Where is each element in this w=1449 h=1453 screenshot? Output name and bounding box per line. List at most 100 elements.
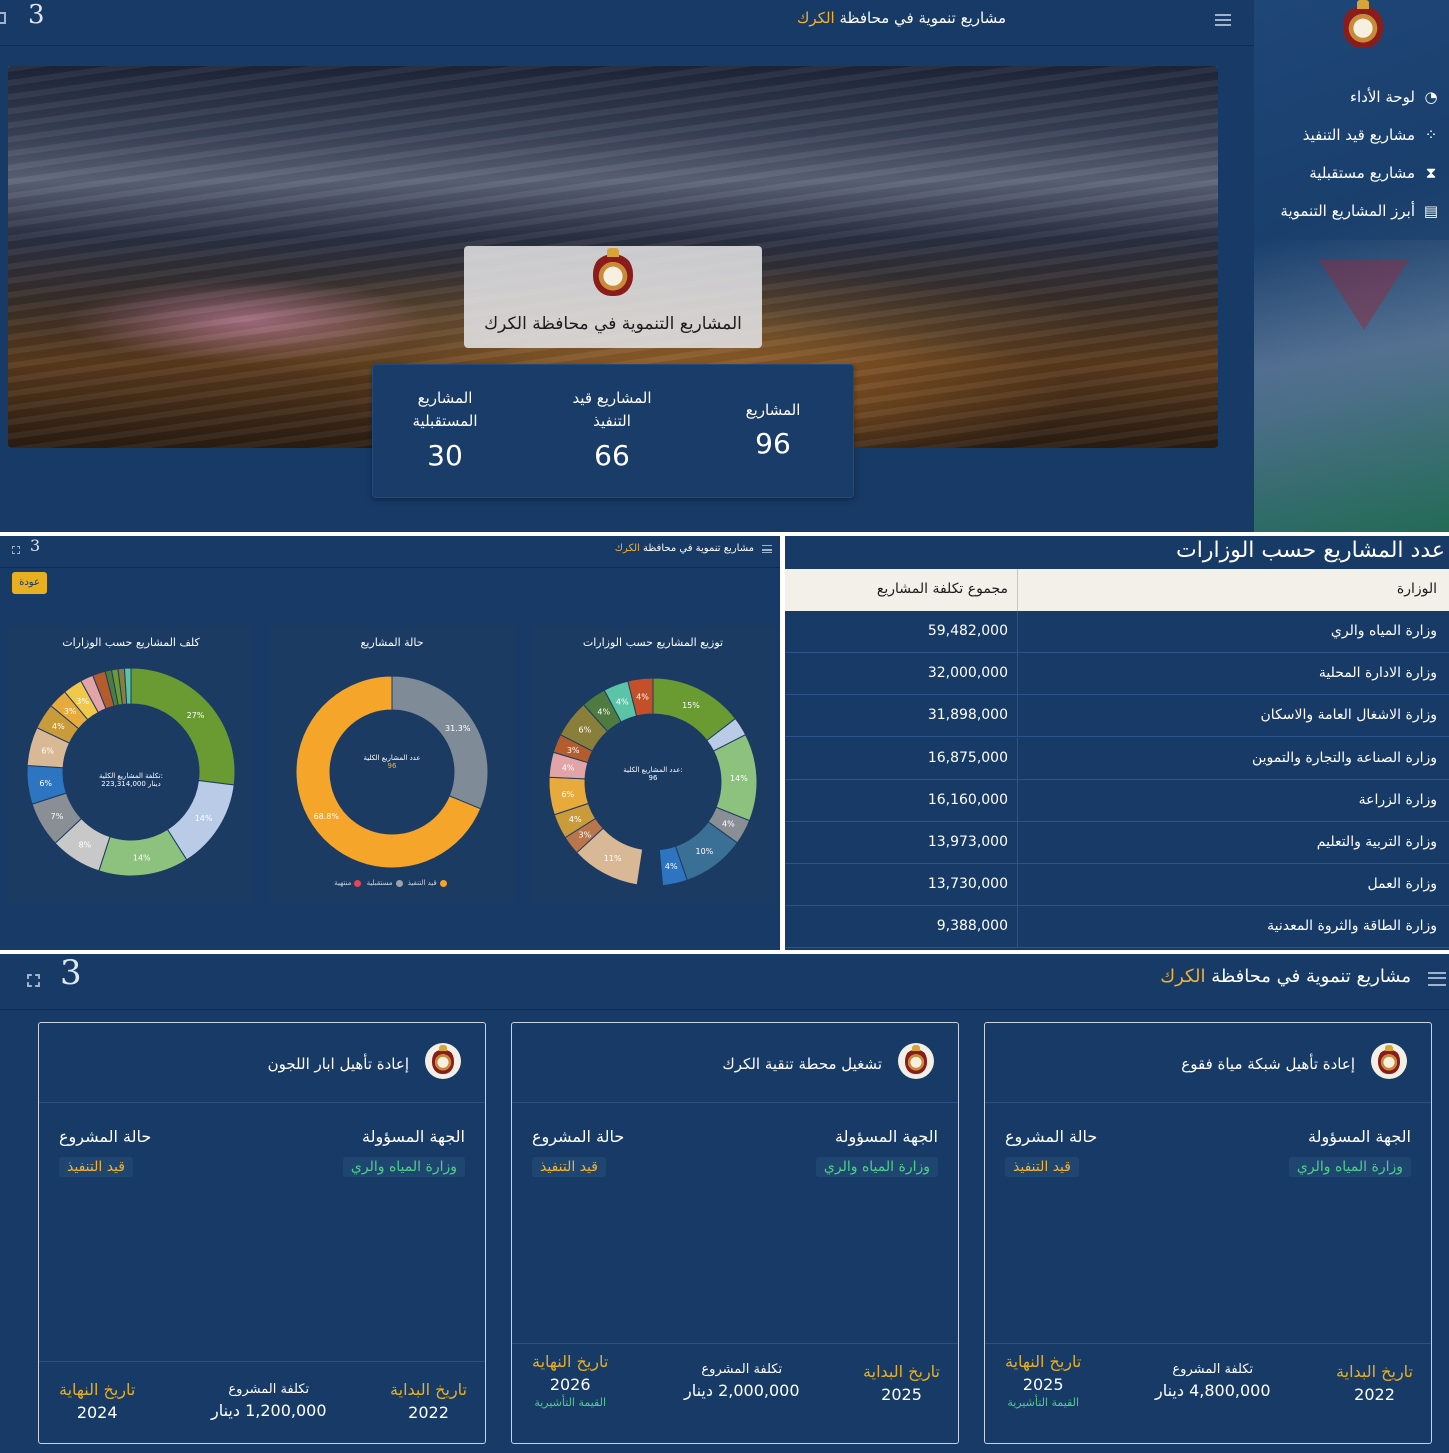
- project-card[interactable]: إعادة تأهيل شبكة مياة فقوع الجهة المسؤول…: [984, 1022, 1432, 1444]
- flag-triangle: [1319, 260, 1409, 330]
- back-button[interactable]: عودة: [12, 572, 47, 594]
- page-title: مشاريع تنموية في محافظة الكرك: [797, 9, 1006, 27]
- donut-slice[interactable]: [130, 667, 236, 786]
- charts-panel: 3 مشاريع تنموية في محافظة الكرك عودة توز…: [0, 536, 780, 950]
- cost-value: 1,200,000 دينار: [211, 1401, 327, 1420]
- start-date: تاريخ البداية 2022: [1336, 1362, 1413, 1404]
- end-date-note: القيمة التأشيرية: [1007, 1396, 1080, 1409]
- jordan-crest-logo: [432, 1045, 454, 1074]
- slice-label: 3%: [567, 746, 580, 755]
- cost-value: 4,800,000 دينار: [1155, 1381, 1271, 1400]
- project-card[interactable]: تشغيل محطة تنقية الكرك الجهة المسؤولة حا…: [511, 1022, 959, 1444]
- fullscreen-icon[interactable]: [12, 546, 20, 554]
- project-card[interactable]: إعادة تأهيل ابار اللجون الجهة المسؤولة ح…: [38, 1022, 486, 1444]
- sidebar-item-dashboard[interactable]: ◔ لوحة الأداء: [1350, 88, 1439, 106]
- ministry-name: وزارة العمل: [1367, 876, 1437, 893]
- responsible-badge: وزارة المياه والري: [1288, 1157, 1411, 1177]
- responsible-label: الجهة المسؤولة: [362, 1127, 465, 1146]
- fullscreen-icon[interactable]: [0, 12, 6, 24]
- status-label: حالة المشروع: [532, 1127, 625, 1146]
- table-row[interactable]: وزارة الصناعة والتجارة والتموين 16,875,00…: [785, 737, 1449, 780]
- project-title: تشغيل محطة تنقية الكرك: [722, 1055, 882, 1073]
- table-row[interactable]: وزارة المياه والري 59,482,000: [785, 611, 1449, 653]
- slice-label: 14%: [133, 853, 151, 862]
- pdf-file-icon: ▤: [1423, 202, 1439, 220]
- project-cost: تكلفة المشروع 1,200,000 دينار: [211, 1382, 327, 1420]
- start-date: تاريخ البداية 2022: [390, 1380, 467, 1422]
- responsible-badge: وزارة المياه والري: [342, 1157, 465, 1177]
- anniversary-logo: 3: [30, 536, 41, 555]
- ministry-cost: 9,388,000: [936, 918, 1008, 935]
- table-row[interactable]: وزارة الادارة المحلية 32,000,000: [785, 653, 1449, 696]
- legend-item[interactable]: مستقبلية: [367, 879, 393, 887]
- project-card-header: إعادة تأهيل شبكة مياة فقوع: [985, 1023, 1431, 1103]
- status-chart-card: حالة المشاريع 31.3% 68.8% عدد المشاريع ال…: [269, 626, 515, 904]
- stat-label: المشاريع: [745, 401, 801, 419]
- table-row[interactable]: وزارة العمل 13,730,000: [785, 864, 1449, 907]
- slice-label: 4%: [722, 819, 735, 828]
- hero-title: المشاريع التنموية في محافظة الكرك: [484, 314, 742, 334]
- ministry-cost: 13,730,000: [927, 876, 1008, 893]
- cost-label: تكلفة المشروع: [1172, 1362, 1254, 1377]
- donut-slice[interactable]: [391, 675, 489, 810]
- project-card-header: إعادة تأهيل ابار اللجون: [39, 1023, 485, 1103]
- chart-center-label: عدد المشاريع الكلية: 96: [530, 766, 776, 782]
- slice-label: 11%: [604, 854, 622, 863]
- center-value: 223,314,000 دينار: [101, 780, 161, 788]
- slice-label: 3%: [578, 830, 591, 839]
- ministry-cost: 31,898,000: [927, 707, 1008, 724]
- legend-item[interactable]: قيد التنفيذ: [408, 879, 437, 887]
- end-date: تاريخ النهاية 2025 القيمة التأشيرية: [1005, 1352, 1081, 1409]
- end-date-value: 2024: [76, 1403, 118, 1422]
- sidebar-item-future[interactable]: ⧗ مشاريع مستقبلية: [1309, 164, 1439, 182]
- stat-value: 66: [594, 439, 630, 472]
- project-crest: [1371, 1043, 1407, 1079]
- ministry-cost: 16,160,000: [927, 791, 1008, 808]
- slice-label: 3%: [76, 697, 89, 706]
- table-row[interactable]: وزارة الزراعة 16,160,000: [785, 779, 1449, 822]
- cost-label: تكلفة المشروع: [228, 1382, 310, 1397]
- sidebar-item-label: لوحة الأداء: [1349, 88, 1415, 106]
- start-date: تاريخ البداية 2025: [863, 1362, 940, 1404]
- jordan-crest-logo: [905, 1045, 927, 1074]
- sidebar-item-in-progress[interactable]: ⁘ مشاريع قيد التنفيذ: [1303, 126, 1439, 144]
- table-row[interactable]: وزارة الطاقة والثروة المعدنية 9,388,000: [785, 906, 1449, 949]
- ministry-name: وزارة المياه والري: [1330, 623, 1437, 639]
- menu-toggle-icon[interactable]: [1428, 972, 1446, 986]
- anniversary-logo: 3: [28, 0, 45, 30]
- jordan-crest-logo: [1343, 0, 1383, 48]
- ministry-cost: 13,973,000: [927, 834, 1008, 850]
- project-card-footer: تاريخ البداية 2022 تكلفة المشروع 1,200,0…: [39, 1361, 485, 1443]
- end-date-value: 2025: [1022, 1375, 1064, 1394]
- menu-toggle-icon[interactable]: [762, 545, 772, 553]
- legend-item[interactable]: منتهية: [334, 879, 351, 887]
- ministry-name: وزارة الادارة المحلية: [1318, 665, 1437, 682]
- end-date-value: 2026: [549, 1375, 591, 1394]
- chart-center-label: عدد المشاريع الكلية 96: [269, 754, 515, 770]
- start-date-label: تاريخ البداية: [390, 1380, 467, 1399]
- status-label: حالة المشروع: [1005, 1127, 1098, 1146]
- end-date-label: تاريخ النهاية: [532, 1352, 609, 1371]
- end-date: تاريخ النهاية 2026 القيمة التأشيرية: [532, 1352, 608, 1409]
- slice-label: 7%: [51, 812, 64, 821]
- column-header-ministry[interactable]: الوزارة: [1397, 581, 1437, 597]
- status-badge: قيد التنفيذ: [59, 1157, 133, 1177]
- sidebar-item-highlights[interactable]: ▤ أبرز المشاريع التنموية: [1280, 202, 1439, 220]
- slice-label: 8%: [79, 841, 92, 850]
- slice-label: 4%: [616, 698, 629, 707]
- slice-label: 27%: [187, 711, 205, 720]
- dashboard-gauge-icon: ◔: [1424, 88, 1438, 106]
- status-badge: قيد التنفيذ: [1005, 1157, 1079, 1177]
- ministry-name: وزارة الصناعة والتجارة والتموين: [1251, 749, 1437, 766]
- column-header-cost[interactable]: مجموع تكلفة المشاريع: [877, 581, 1008, 597]
- responsible-label: الجهة المسؤولة: [835, 1127, 938, 1146]
- slice-label: 4%: [665, 862, 678, 871]
- project-title: إعادة تأهيل شبكة مياة فقوع: [1181, 1055, 1355, 1073]
- distribution-donut-chart: 15%14%4%10%4%11%3%4%6%4%3%6%4%4%4%: [548, 677, 758, 887]
- table-row[interactable]: وزارة التربية والتعليم 13,973,000: [785, 822, 1449, 864]
- ministry-name: وزارة الطاقة والثروة المعدنية: [1267, 918, 1437, 935]
- fullscreen-icon[interactable]: [27, 974, 40, 987]
- table-row[interactable]: وزارة الاشغال العامة والاسكان 31,898,000: [785, 695, 1449, 738]
- menu-toggle-icon[interactable]: [1215, 14, 1231, 26]
- sidebar: ◔ لوحة الأداء ⁘ مشاريع قيد التنفيذ ⧗ مشا…: [1254, 0, 1449, 532]
